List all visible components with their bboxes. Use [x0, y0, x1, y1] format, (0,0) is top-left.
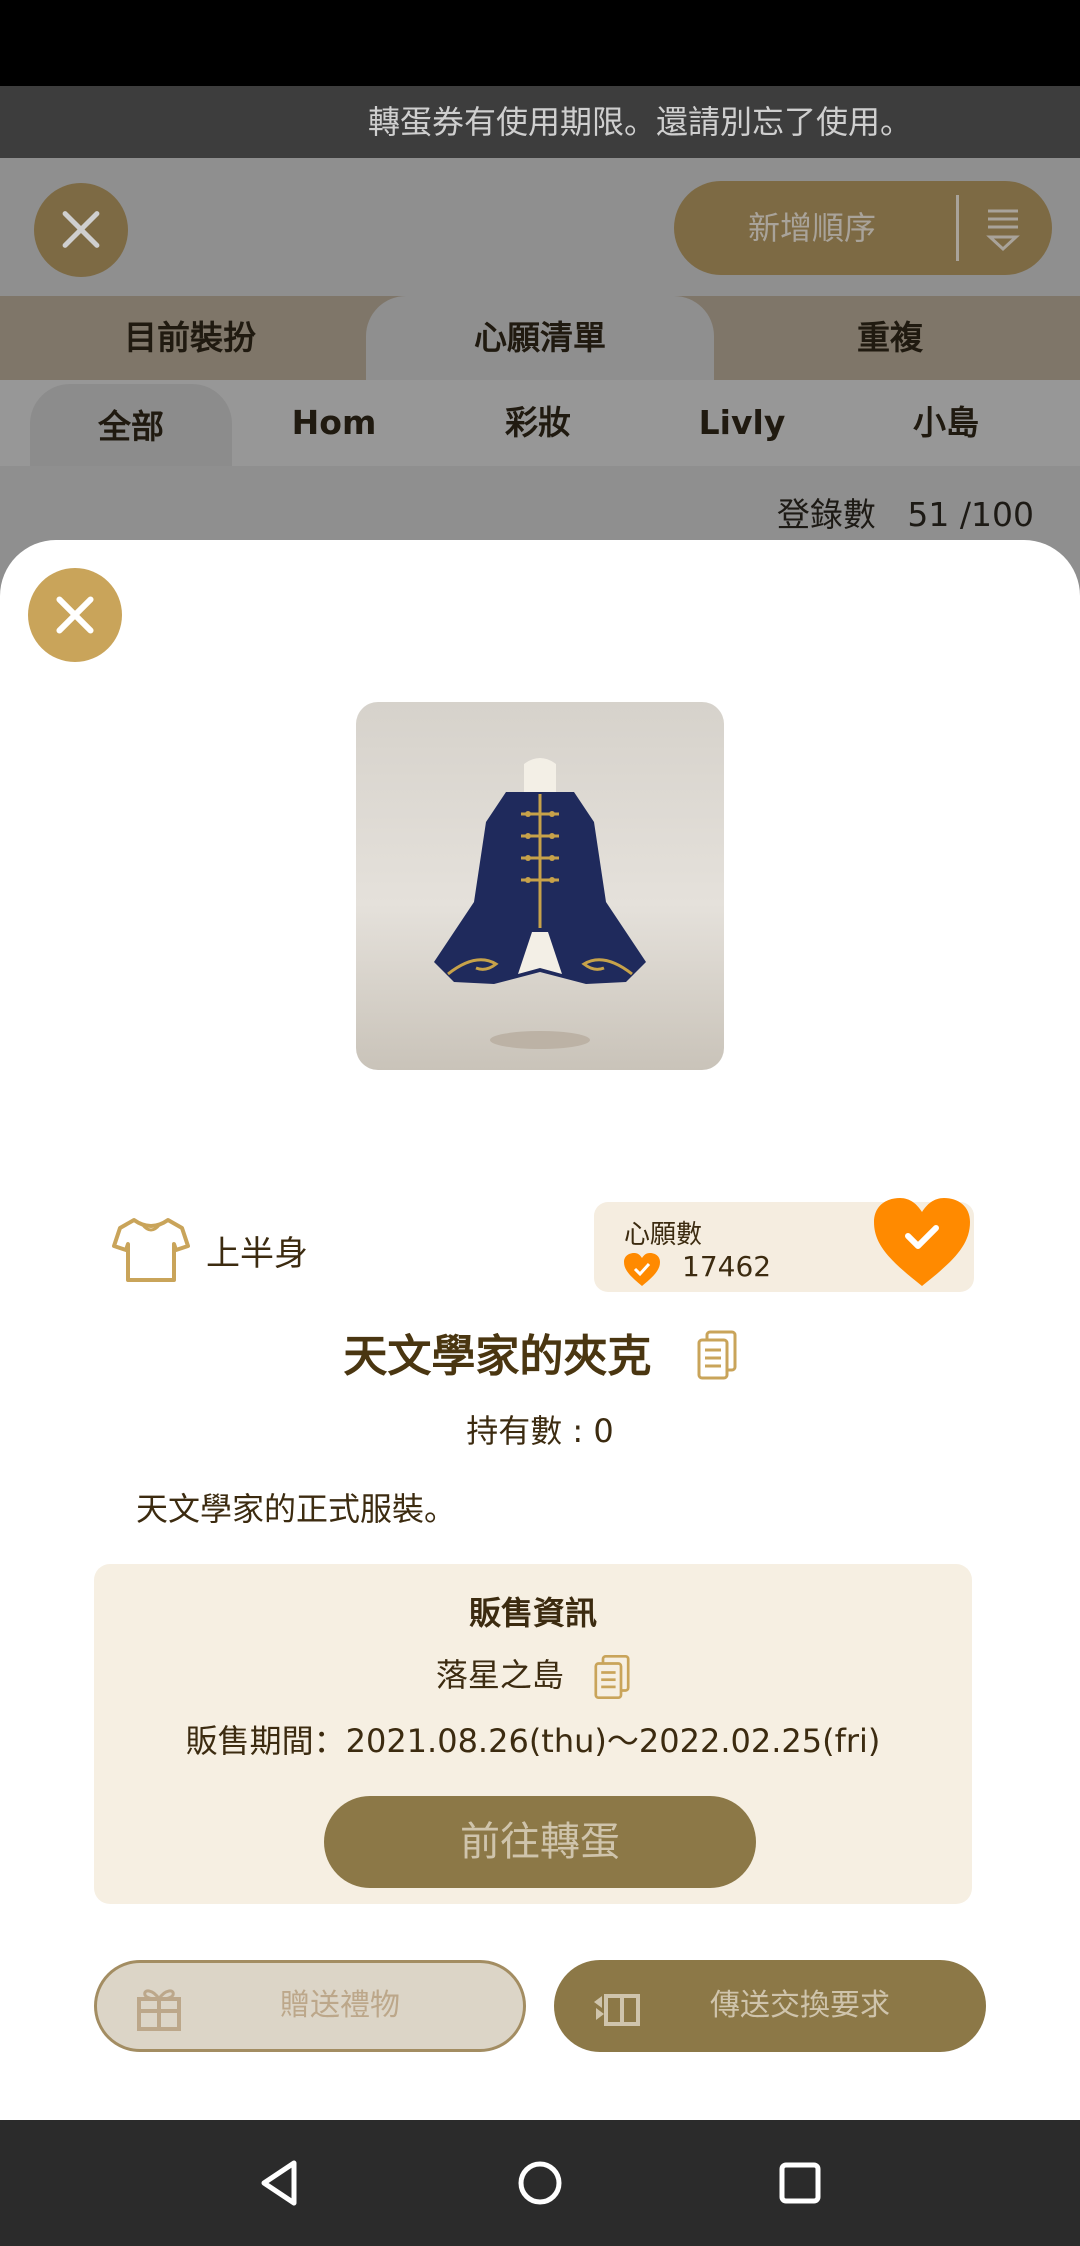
- document-icon[interactable]: [594, 1654, 630, 1700]
- main-tabs: 目前裝扮 心願清單 重複: [0, 296, 1080, 380]
- subtab-hom: Hom: [291, 403, 377, 442]
- notice-text: 轉蛋券有使用期限。還請別忘了使用。: [368, 103, 913, 141]
- item-name: 天文學家的夾克: [343, 1331, 652, 1382]
- sort-button: 新增順序: [674, 181, 1052, 275]
- wish-count-label: 心願數: [624, 1220, 703, 1250]
- sub-tabs: 全部 Hom 彩妝 Livly 小島: [0, 380, 1080, 466]
- category-label: 上半身: [206, 1233, 308, 1274]
- registered-value: 51 /100: [907, 495, 1034, 534]
- item-title: 天文學家的夾克: [0, 1320, 1080, 1384]
- subtab-all: 全部: [30, 384, 232, 466]
- shirt-icon: [112, 1218, 190, 1282]
- wishlist-heart-button[interactable]: [870, 1194, 974, 1290]
- trade-gift-icon: [594, 1994, 640, 2026]
- sale-location: 落星之島: [94, 1650, 972, 1700]
- sale-info-panel: 販售資訊 落星之島 販售期間：2021.08.26(thu)～2022.02.2…: [94, 1564, 972, 1904]
- send-trade-request-label: 傳送交換要求: [710, 1988, 890, 2023]
- tab-wishlist: 心願清單: [366, 296, 714, 380]
- registered-count: 登錄數 51 /100: [777, 488, 1034, 536]
- tab-current-outfit: 目前裝扮: [124, 318, 256, 357]
- status-bar: [0, 0, 1080, 86]
- item-category: 上半身: [112, 1214, 308, 1286]
- tab-duplicates: 重複: [857, 318, 923, 357]
- sort-divider: [956, 195, 959, 261]
- registered-label: 登錄數: [776, 495, 876, 534]
- owned-count: 持有數 : 0: [466, 1412, 614, 1450]
- close-icon[interactable]: [28, 568, 122, 662]
- system-nav-bar: [0, 2120, 1080, 2246]
- sort-order-icon: [984, 205, 1022, 255]
- subtab-livly: Livly: [698, 403, 786, 442]
- send-trade-request-button[interactable]: 傳送交換要求: [554, 1960, 986, 2052]
- screen: 轉蛋券有使用期限。還請別忘了使用。 新增順序 目前裝扮 心願清單 重複 全部 H…: [0, 0, 1080, 2246]
- item-description: 天文學家的正式服裝。: [136, 1490, 457, 1528]
- sale-location-label: 落星之島: [435, 1656, 564, 1694]
- document-icon[interactable]: [697, 1330, 737, 1380]
- sale-info-heading: 販售資訊: [468, 1594, 597, 1632]
- notice-banner: 轉蛋券有使用期限。還請別忘了使用。: [0, 86, 1080, 158]
- send-gift-label: 贈送禮物: [280, 1988, 400, 2023]
- subtab-makeup: 彩妝: [505, 403, 571, 442]
- go-to-gacha-button[interactable]: 前往轉蛋: [324, 1796, 756, 1888]
- recents-icon[interactable]: [770, 2153, 830, 2213]
- send-gift-button[interactable]: 贈送禮物: [94, 1960, 526, 2052]
- back-icon[interactable]: [250, 2153, 310, 2213]
- gift-icon: [137, 1989, 181, 2031]
- subtab-island: 小島: [913, 403, 979, 442]
- sale-period: 販售期間：2021.08.26(thu)～2022.02.25(fri): [185, 1722, 881, 1760]
- background-close-icon: [34, 183, 128, 277]
- sort-button-label: 新增順序: [748, 209, 877, 247]
- item-image: [356, 702, 724, 1070]
- home-icon[interactable]: [510, 2153, 570, 2213]
- wish-count-value: 17462: [682, 1250, 772, 1283]
- heart-check-icon: [624, 1253, 660, 1286]
- item-detail-modal: 上半身 心願數 17462 天文學家的夾克 持有數 : 0 天文學家的正式服裝。: [0, 540, 1080, 2120]
